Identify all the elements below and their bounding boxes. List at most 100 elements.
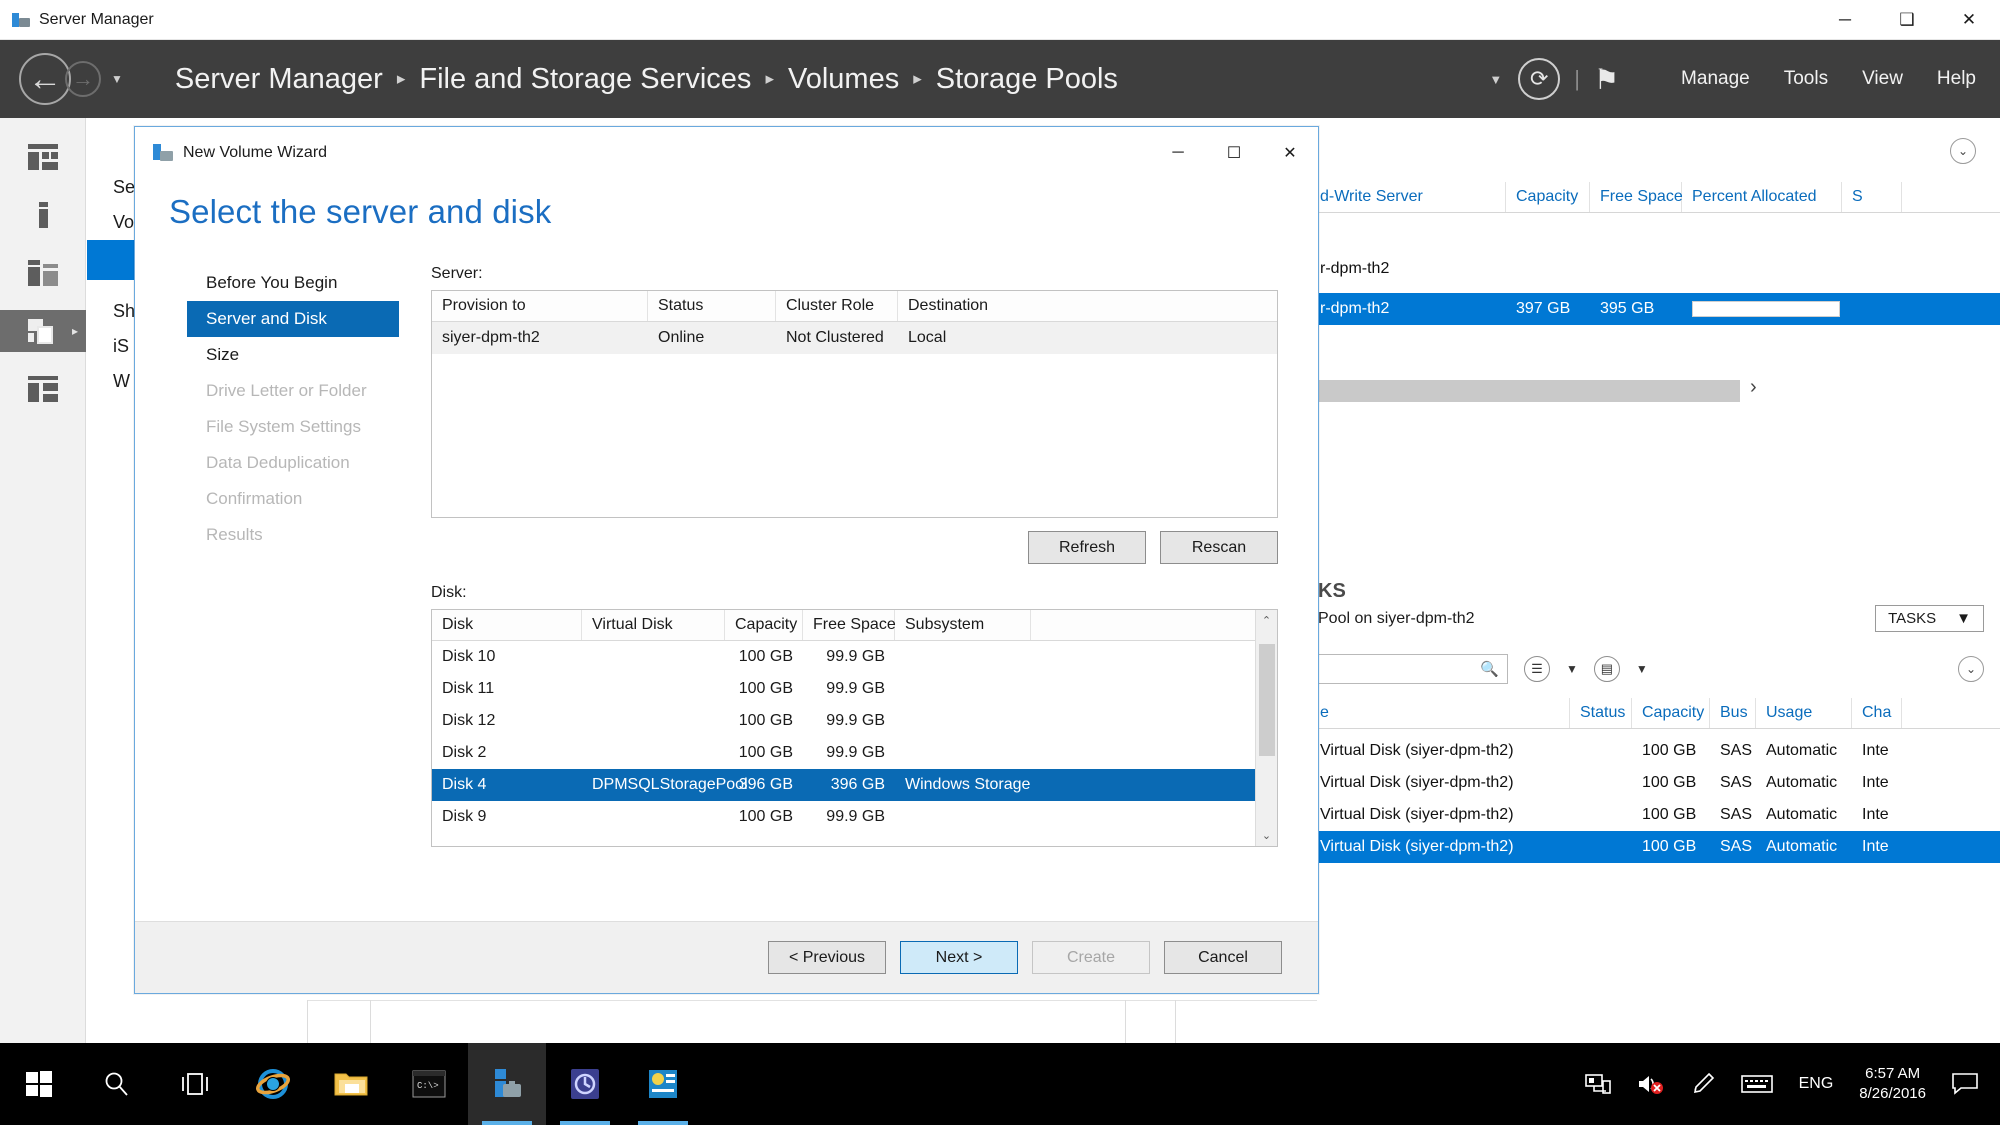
maximize-button[interactable]: ❑ [1876,0,1938,40]
col-s[interactable]: S [1842,182,1902,212]
scroll-up-icon[interactable]: ⌃ [1262,610,1271,631]
disk-grid-row[interactable]: Disk 2 100 GB 99.9 GB [432,737,1255,769]
save-view-icon[interactable]: ▤ [1593,656,1620,682]
previous-button[interactable]: < Previous [768,941,886,974]
dashboard-app-button[interactable] [624,1043,702,1125]
col-cluster-role[interactable]: Cluster Role [776,291,898,321]
network-icon[interactable] [1584,1073,1611,1095]
expand-arrow-icon[interactable]: ▸ [72,324,78,338]
sidebar-item-iscsi[interactable] [0,368,86,410]
col-read-write-server[interactable]: d-Write Server [1310,182,1506,212]
refresh-button[interactable]: Refresh [1028,531,1146,564]
scrollbar-thumb[interactable] [1258,644,1275,756]
wizard-step-before-you-begin[interactable]: Before You Begin [187,265,399,301]
volume-muted-icon[interactable] [1637,1073,1665,1095]
menu-help[interactable]: Help [1937,68,1976,90]
chevron-down-icon[interactable]: ▼ [1566,662,1578,676]
start-button[interactable] [0,1043,78,1125]
collapse-chevron-icon[interactable]: ⌄ [1958,656,1984,682]
chevron-down-icon[interactable]: ▼ [1489,72,1502,87]
minimize-button[interactable]: ─ [1814,0,1876,40]
list-view-icon[interactable]: ☰ [1524,656,1550,682]
breadcrumb-item-2[interactable]: Volumes [788,63,899,96]
forward-button[interactable]: → [65,61,101,97]
search-input[interactable]: 🔍 [1318,654,1508,684]
table-row[interactable]: Virtual Disk (siyer-dpm-th2) 100 GB SAS … [1310,831,2000,863]
col-virtual-disk[interactable]: Virtual Disk [582,610,725,640]
sidebar-item-file-and-storage-services[interactable]: ▸ [0,310,86,352]
col-destination[interactable]: Destination [898,291,1058,321]
menu-tools[interactable]: Tools [1784,68,1828,90]
cancel-button[interactable]: Cancel [1164,941,1282,974]
col-chassis[interactable]: Cha [1852,698,1902,728]
notifications-flag-icon[interactable]: ⚑ [1594,63,1619,96]
nav-history-caret-icon[interactable]: ▼ [111,72,123,86]
wizard-step-size[interactable]: Size [187,337,399,373]
col-disk[interactable]: Disk [432,610,582,640]
sidebar-item-dashboard[interactable] [0,136,86,178]
collapse-chevron-icon[interactable]: ⌄ [1950,138,1976,164]
table-row[interactable]: r-dpm-th2 [1310,253,2000,285]
disk-grid-row[interactable]: Disk 10 100 GB 99.9 GB [432,641,1255,673]
search-button[interactable] [78,1043,156,1125]
command-prompt-button[interactable]: C:\> [390,1043,468,1125]
iscsi-icon [28,376,58,402]
col-capacity[interactable]: Capacity [725,610,803,640]
col-usage[interactable]: Usage [1756,698,1852,728]
col-subsystem[interactable]: Subsystem [895,610,1031,640]
back-button[interactable]: ← [19,53,71,105]
wizard-close-button[interactable]: ✕ [1262,133,1318,173]
chevron-down-icon[interactable]: ▼ [1636,662,1648,676]
next-button[interactable]: Next > [900,941,1018,974]
col-status[interactable]: Status [648,291,776,321]
col-provision-to[interactable]: Provision to [432,291,648,321]
tasks-button[interactable]: TASKS ▼ [1875,605,1984,632]
wizard-step-server-and-disk[interactable]: Server and Disk [187,301,399,337]
keyboard-icon[interactable] [1740,1074,1773,1094]
col-free-space[interactable]: Free Space [803,610,896,640]
breadcrumb-item-1[interactable]: File and Storage Services [419,63,751,96]
col-capacity[interactable]: Capacity [1506,182,1590,212]
col-percent-allocated[interactable]: Percent Allocated [1682,182,1842,212]
clock[interactable]: 6:57 AM 8/26/2016 [1859,1064,1926,1105]
cell-status [1570,799,1632,831]
action-center-icon[interactable] [1952,1073,1978,1095]
col-name[interactable]: e [1310,698,1570,728]
scroll-right-icon[interactable]: › [1750,376,1757,399]
scroll-down-icon[interactable]: ⌄ [1262,825,1271,846]
col-free-space[interactable]: Free Space [1590,182,1683,212]
server-grid-row[interactable]: siyer-dpm-th2 Online Not Clustered Local [432,322,1277,354]
menu-manage[interactable]: Manage [1681,68,1750,90]
task-view-button[interactable] [156,1043,234,1125]
sidebar-item-local-server[interactable] [0,194,86,236]
table-row[interactable]: Virtual Disk (siyer-dpm-th2) 100 GB SAS … [1310,799,2000,831]
refresh-icon[interactable]: ⟳ [1518,58,1561,100]
breadcrumb-item-3[interactable]: Storage Pools [936,63,1118,96]
internet-explorer-button[interactable] [234,1043,312,1125]
table-row[interactable]: r-dpm-th2 397 GB 395 GB [1310,293,2000,325]
breadcrumb-item-0[interactable]: Server Manager [175,63,383,96]
menu-view[interactable]: View [1862,68,1903,90]
disk-grid-row[interactable]: Disk 9 100 GB 99.9 GB [432,801,1255,833]
col-bus[interactable]: Bus [1710,698,1756,728]
disk-grid[interactable]: Disk Virtual Disk Capacity Free Space Su… [431,609,1278,847]
language-indicator[interactable]: ENG [1799,1075,1834,1093]
disk-grid-row[interactable]: Disk 11 100 GB 99.9 GB [432,673,1255,705]
disk-grid-row-selected[interactable]: Disk 4 DPMSQLStoragePool 396 GB 396 GB W… [432,769,1255,801]
pen-icon[interactable] [1691,1072,1715,1096]
sidebar-item-all-servers[interactable] [0,252,86,294]
col-capacity[interactable]: Capacity [1632,698,1710,728]
backup-app-button[interactable] [546,1043,624,1125]
disk-grid-scrollbar[interactable]: ⌃ ⌄ [1255,610,1277,846]
close-button[interactable]: ✕ [1938,0,2000,40]
server-grid[interactable]: Provision to Status Cluster Role Destina… [431,290,1278,518]
wizard-maximize-button[interactable]: ☐ [1206,133,1262,173]
server-manager-taskbar-button[interactable] [468,1043,546,1125]
file-explorer-button[interactable] [312,1043,390,1125]
table-row[interactable]: Virtual Disk (siyer-dpm-th2) 100 GB SAS … [1310,767,2000,799]
disk-grid-row[interactable]: Disk 12 100 GB 99.9 GB [432,705,1255,737]
col-status[interactable]: Status [1570,698,1632,728]
rescan-button[interactable]: Rescan [1160,531,1278,564]
table-row[interactable]: Virtual Disk (siyer-dpm-th2) 100 GB SAS … [1310,735,2000,767]
wizard-minimize-button[interactable]: ─ [1150,133,1206,173]
